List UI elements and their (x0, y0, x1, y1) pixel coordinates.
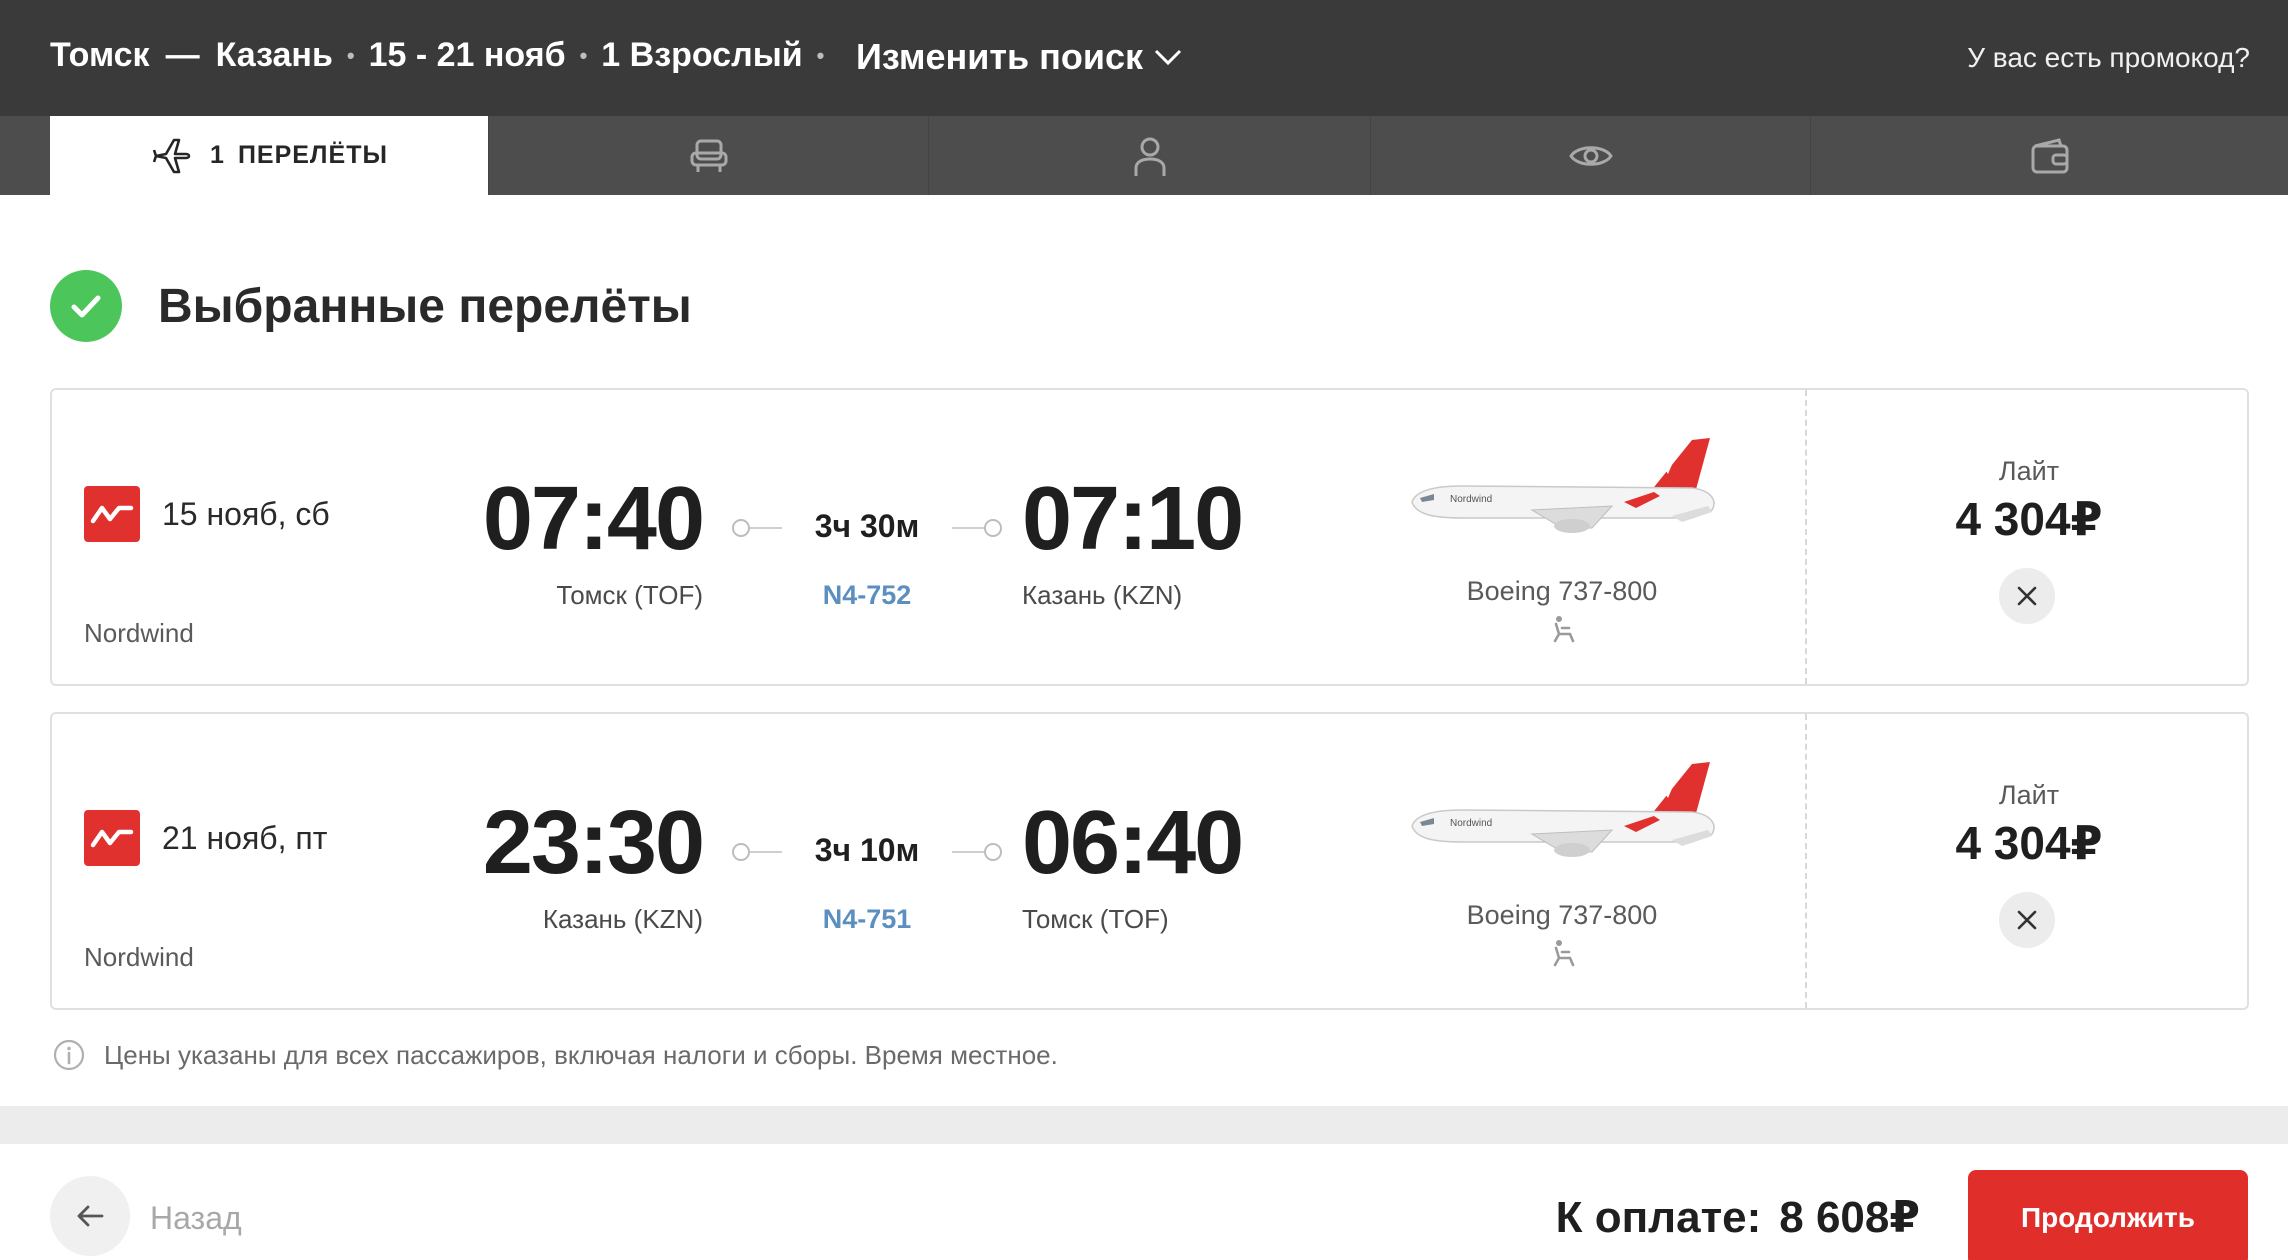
seat-icon (690, 139, 727, 172)
flight-number-link[interactable]: N4-751 (782, 904, 952, 935)
tab-flights-number: 1 (210, 141, 224, 169)
nordwind-logo-icon (84, 810, 140, 866)
eye-icon (1568, 145, 1613, 166)
aircraft-image: Nordwind (1411, 762, 1715, 857)
info-note-text: Цены указаны для всех пассажиров, включа… (104, 1039, 1058, 1070)
arrow-left-icon (77, 1205, 104, 1227)
departure-time: 07:40 (482, 469, 705, 569)
info-icon (53, 1039, 85, 1071)
fare-name: Лайт (1998, 456, 2060, 486)
seat-recline-icon (1553, 940, 1575, 967)
close-icon (2017, 586, 2037, 606)
flight-duration: 3ч 30м (782, 508, 952, 545)
destination-city: Казань (215, 36, 333, 74)
promo-code-link[interactable]: У вас есть промокод? (1967, 42, 2250, 74)
remove-flight-button[interactable] (1999, 892, 2055, 948)
tab-payment[interactable] (1810, 116, 2288, 195)
check-icon (50, 270, 122, 342)
flight-card-return: 21 нояб, пт Nordwind 23:30 Казань (KZN) … (50, 712, 2249, 1010)
change-search-label: Изменить поиск (856, 36, 1144, 77)
chevron-down-icon (1155, 49, 1182, 66)
flight-date: 21 нояб, пт (162, 820, 328, 856)
airline-name: Nordwind (84, 618, 194, 648)
wallet-icon (2031, 137, 2068, 173)
total-amount: 8 608₽ (1779, 1193, 1920, 1242)
dot-separator: • (579, 42, 588, 68)
passenger-count: 1 Взрослый (601, 36, 803, 74)
selected-flights-heading: Выбранные перелёты (50, 270, 692, 342)
dot-separator: • (346, 42, 355, 68)
arrival-time: 06:40 (1022, 793, 1244, 893)
departure-airport: Казань (KZN) (542, 904, 703, 934)
airline-name: Nordwind (84, 942, 194, 972)
fare-price: 4 304₽ (1955, 493, 2103, 545)
search-summary[interactable]: Томск — Казань • 15 - 21 нояб • 1 Взросл… (50, 36, 838, 75)
arrival-time: 07:10 (1022, 469, 1244, 569)
remove-flight-button[interactable] (1999, 568, 2055, 624)
arrival-airport: Томск (TOF) (1022, 904, 1169, 934)
travel-dates: 15 - 21 нояб (368, 36, 566, 74)
nordwind-logo-icon (84, 486, 140, 542)
total-to-pay: К оплате: 8 608₽ (1556, 1192, 1920, 1243)
tab-seats[interactable] (488, 116, 928, 195)
aircraft-model: Boeing 737-800 (1466, 900, 1658, 930)
total-label: К оплате: (1555, 1193, 1762, 1242)
tab-passengers[interactable] (928, 116, 1370, 195)
plane-icon (152, 138, 191, 173)
section-separator (0, 1106, 2288, 1144)
top-bar: Томск — Казань • 15 - 21 нояб • 1 Взросл… (0, 0, 2288, 116)
person-icon (1134, 137, 1165, 176)
page-title: Выбранные перелёты (158, 279, 692, 333)
seat-recline-icon (1553, 616, 1575, 643)
tab-flights-label: ПЕРЕЛЁТЫ (237, 141, 388, 169)
back-button[interactable] (50, 1176, 130, 1256)
checkout-footer: Назад К оплате: 8 608₽ Продолжить (0, 1144, 2288, 1260)
change-search-button[interactable]: Изменить поиск (856, 36, 1183, 78)
flight-duration: 3ч 10м (782, 832, 952, 869)
continue-button[interactable]: Продолжить (1968, 1170, 2248, 1260)
svg-text:Nordwind: Nordwind (1450, 494, 1492, 505)
origin-city: Томск (50, 36, 150, 74)
price-info-note: Цены указаны для всех пассажиров, включа… (52, 1038, 1058, 1072)
fare-name: Лайт (1998, 780, 2060, 810)
flight-number-link[interactable]: N4-752 (782, 580, 952, 611)
fare-price: 4 304₽ (1955, 817, 2103, 869)
flight-date: 15 нояб, сб (162, 496, 330, 532)
departure-airport: Томск (TOF) (556, 580, 703, 610)
close-icon (2017, 910, 2037, 930)
tab-flights[interactable]: 1 ПЕРЕЛЁТЫ (50, 116, 488, 195)
departure-time: 23:30 (482, 793, 705, 893)
aircraft-model: Boeing 737-800 (1466, 576, 1658, 606)
booking-steps-tabs: 1 ПЕРЕЛЁТЫ (0, 116, 2288, 195)
route-separator: — (165, 36, 200, 74)
flight-card-outbound: 15 нояб, сб Nordwind 07:40 Томск (TOF) 3… (50, 388, 2249, 686)
dot-separator: • (816, 42, 825, 68)
tab-review[interactable] (1370, 116, 1810, 195)
back-label[interactable]: Назад (150, 1200, 242, 1237)
svg-text:Nordwind: Nordwind (1450, 818, 1492, 829)
aircraft-image: Nordwind (1411, 438, 1715, 533)
arrival-airport: Казань (KZN) (1022, 580, 1183, 610)
